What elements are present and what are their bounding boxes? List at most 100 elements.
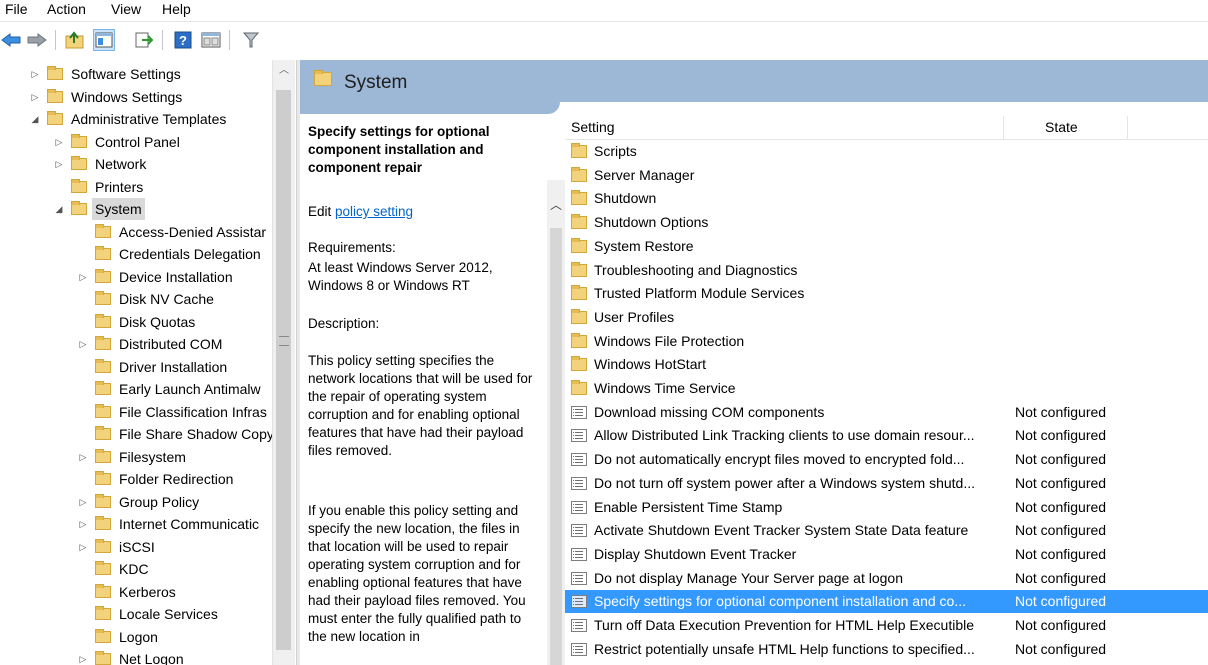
collapse-arrow-icon[interactable]: ◢: [54, 198, 64, 220]
edit-policy-link[interactable]: policy setting: [335, 204, 413, 219]
description-para-1: This policy setting specifies the networ…: [308, 353, 533, 458]
column-setting[interactable]: Setting: [571, 119, 615, 135]
setting-name: Do not display Manage Your Server page a…: [594, 569, 903, 586]
export-list-icon[interactable]: [133, 29, 155, 51]
expand-arrow-icon[interactable]: ▷: [78, 333, 88, 355]
expand-arrow-icon[interactable]: ▷: [54, 131, 64, 153]
list-policy-row[interactable]: Activate Shutdown Event Tracker System S…: [565, 519, 1208, 542]
folder-icon: [95, 583, 111, 598]
folder-icon: [71, 133, 87, 148]
tree-item[interactable]: Disk NV Cache: [0, 288, 272, 310]
description-scrollbar[interactable]: ︿: [547, 180, 565, 665]
policy-setting-icon: [571, 476, 587, 490]
list-folder-row[interactable]: User Profiles: [565, 306, 1208, 329]
list-policy-row[interactable]: Display Shutdown Event Tracker Not config…: [565, 543, 1208, 566]
list-policy-row[interactable]: Allow Distributed Link Tracking clients …: [565, 424, 1208, 447]
show-hide-tree-icon[interactable]: [93, 29, 115, 51]
tree-item[interactable]: File Classification Infras: [0, 401, 272, 423]
help-icon[interactable]: ?: [172, 29, 194, 51]
tree-item[interactable]: ▷ iSCSI: [0, 536, 272, 558]
expand-arrow-icon[interactable]: ▷: [30, 86, 40, 108]
tree-item[interactable]: ▷ Net Logon: [0, 648, 272, 665]
tree-item[interactable]: Driver Installation: [0, 356, 272, 378]
page-title: System: [344, 72, 408, 93]
folder-icon: [571, 237, 587, 253]
list-policy-row[interactable]: Download missing COM components Not confi…: [565, 401, 1208, 424]
menu-action[interactable]: Action: [47, 1, 86, 17]
expand-arrow-icon[interactable]: ▷: [78, 491, 88, 513]
list-folder-row[interactable]: Scripts: [565, 140, 1208, 163]
expand-arrow-icon[interactable]: ▷: [78, 513, 88, 535]
console-tree[interactable]: ▷ Software Settings ▷ Windows Settings ◢ Admi…: [0, 60, 296, 665]
list-folder-row[interactable]: Windows Time Service: [565, 377, 1208, 400]
tree-item[interactable]: Credentials Delegation: [0, 243, 272, 265]
setting-name: Download missing COM components: [594, 403, 825, 420]
list-folder-row[interactable]: Shutdown: [565, 187, 1208, 210]
policy-setting-icon: [571, 500, 587, 514]
expand-arrow-icon[interactable]: ▷: [78, 648, 88, 665]
forward-arrow-icon[interactable]: [26, 29, 48, 51]
tree-item[interactable]: ▷ Filesystem: [0, 446, 272, 468]
tree-item[interactable]: ▷ Windows Settings: [0, 86, 272, 108]
setting-state: Not configured: [1015, 427, 1107, 444]
tree-item[interactable]: ▷ Control Panel: [0, 131, 272, 153]
tree-item[interactable]: ▷ Device Installation: [0, 266, 272, 288]
tree-item[interactable]: Logon: [0, 626, 272, 648]
tree-scrollbar[interactable]: ︿: [272, 60, 295, 665]
tree-item[interactable]: ▷ Software Settings: [0, 63, 272, 85]
list-folder-row[interactable]: Windows File Protection: [565, 330, 1208, 353]
list-policy-row[interactable]: Turn off Data Execution Prevention for H…: [565, 614, 1208, 637]
list-folder-row[interactable]: Shutdown Options: [565, 211, 1208, 234]
tree-item[interactable]: Kerberos: [0, 581, 272, 603]
scroll-up-icon[interactable]: ︿: [547, 196, 565, 213]
description-scroll-thumb[interactable]: [550, 228, 562, 665]
back-arrow-icon[interactable]: [0, 29, 22, 51]
column-state[interactable]: State: [1045, 119, 1078, 135]
list-folder-row[interactable]: Troubleshooting and Diagnostics: [565, 259, 1208, 282]
setting-name: Display Shutdown Event Tracker: [594, 545, 797, 562]
collapse-arrow-icon[interactable]: ◢: [30, 108, 40, 130]
tree-scroll-thumb[interactable]: [276, 90, 291, 650]
menu-file[interactable]: File: [5, 1, 28, 17]
expand-arrow-icon[interactable]: ▷: [30, 63, 40, 85]
tree-item[interactable]: ▷ Group Policy: [0, 491, 272, 513]
list-policy-row[interactable]: Do not automatically encrypt files moved…: [565, 448, 1208, 471]
setting-name: Do not automatically encrypt files moved…: [594, 451, 965, 468]
list-policy-row[interactable]: Do not turn off system power after a Win…: [565, 472, 1208, 495]
scroll-up-icon[interactable]: ︿: [273, 60, 295, 82]
tree-item[interactable]: Early Launch Antimalw: [0, 378, 272, 400]
list-folder-row[interactable]: System Restore: [565, 235, 1208, 258]
tree-item[interactable]: Locale Services: [0, 603, 272, 625]
list-policy-row[interactable]: Enable Persistent Time Stamp Not configur…: [565, 496, 1208, 519]
tree-item[interactable]: ▷ Distributed COM: [0, 333, 272, 355]
tree-item[interactable]: Printers: [0, 176, 272, 198]
tree-item[interactable]: Folder Redirection: [0, 468, 272, 490]
properties-icon[interactable]: [200, 29, 222, 51]
menu-view[interactable]: View: [111, 1, 141, 17]
up-folder-icon[interactable]: [64, 29, 86, 51]
tree-item[interactable]: ▷ Network: [0, 153, 272, 175]
tree-item[interactable]: KDC: [0, 558, 272, 580]
list-policy-row[interactable]: Specify settings for optional component …: [565, 590, 1208, 614]
expand-arrow-icon[interactable]: ▷: [78, 536, 88, 558]
folder-icon: [571, 166, 587, 182]
expand-arrow-icon[interactable]: ▷: [78, 266, 88, 288]
tree-item[interactable]: ◢ System: [0, 198, 272, 220]
expand-arrow-icon[interactable]: ▷: [54, 153, 64, 175]
tree-item[interactable]: Access-Denied Assistar: [0, 221, 272, 243]
list-folder-row[interactable]: Server Manager: [565, 164, 1208, 187]
list-folder-row[interactable]: Trusted Platform Module Services: [565, 282, 1208, 305]
expand-arrow-icon[interactable]: ▷: [78, 446, 88, 468]
settings-list[interactable]: Setting State Scripts Server Manager Shutd…: [565, 116, 1208, 665]
list-policy-row[interactable]: Do not display Manage Your Server page a…: [565, 567, 1208, 590]
list-folder-row[interactable]: Windows HotStart: [565, 353, 1208, 376]
tree-item[interactable]: Disk Quotas: [0, 311, 272, 333]
setting-state: Not configured: [1015, 474, 1107, 491]
folder-icon: [95, 651, 111, 665]
list-policy-row[interactable]: Restrict potentially unsafe HTML Help fu…: [565, 638, 1208, 661]
menu-help[interactable]: Help: [162, 1, 191, 17]
filter-icon[interactable]: [240, 29, 262, 51]
tree-item[interactable]: ◢ Administrative Templates: [0, 108, 272, 130]
tree-item[interactable]: File Share Shadow Copy: [0, 423, 274, 445]
tree-item[interactable]: ▷ Internet Communicatic: [0, 513, 272, 535]
